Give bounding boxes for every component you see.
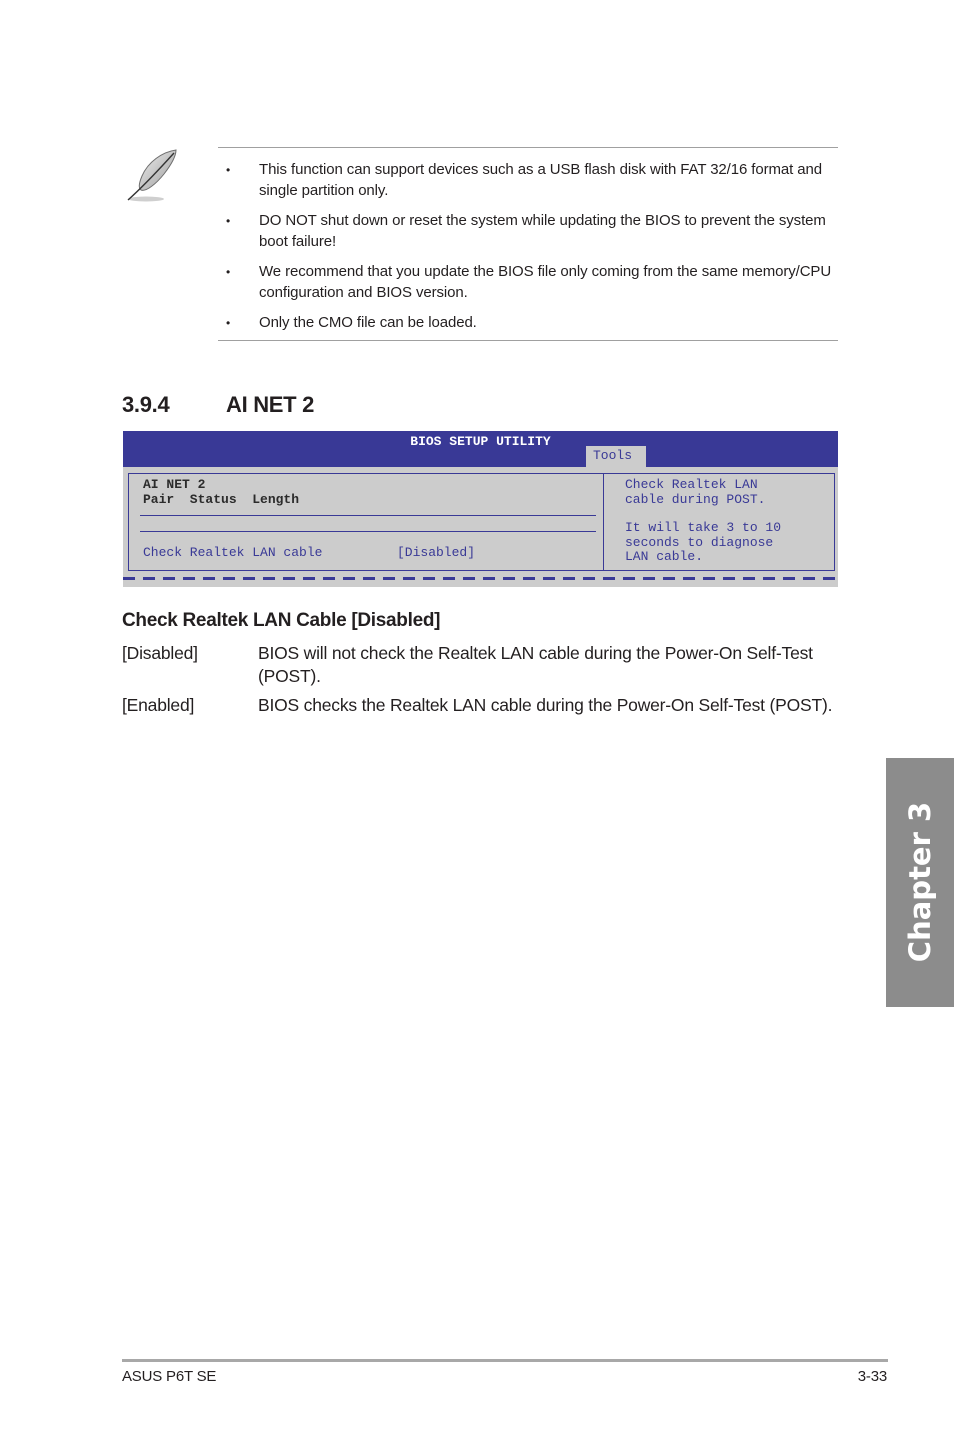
- check-lan-cable-value[interactable]: [Disabled]: [397, 545, 475, 560]
- note-item: • This function can support devices such …: [226, 161, 822, 199]
- section-number: 3.9.4: [122, 392, 170, 417]
- check-lan-cable-item[interactable]: Check Realtek LAN cable: [143, 545, 322, 560]
- option-desc: BIOS will not check the Realtek LAN cabl…: [258, 643, 813, 686]
- note-item: • Only the CMO file can be loaded.: [218, 313, 838, 334]
- divider: [140, 515, 596, 516]
- footer-page-number: 3-33: [857, 1368, 887, 1385]
- help-text: Check Realtek LAN: [625, 477, 758, 492]
- help-text: cable during POST.: [625, 492, 766, 507]
- section-title: AI NET 2: [226, 392, 315, 417]
- bios-dashed-border: [123, 577, 838, 580]
- note-box: • This function can support devices such …: [218, 147, 838, 341]
- note-item: • We recommend that you update the BIOS f…: [226, 263, 832, 301]
- bullet: •: [226, 265, 231, 279]
- bios-help-panel: Check Realtek LAN cable during POST. It …: [603, 473, 835, 571]
- option-heading: Check Realtek LAN Cable [Disabled]: [122, 610, 441, 631]
- section-heading: 3.9.4 AI NET 2: [122, 392, 314, 418]
- chapter-tab: Chapter 3: [886, 758, 954, 1007]
- help-text: It will take 3 to 10: [625, 520, 782, 535]
- bullet: •: [226, 316, 231, 330]
- bios-title: BIOS SETUP UTILITY: [410, 434, 551, 449]
- bullet: •: [226, 163, 231, 177]
- bios-screenshot: BIOS SETUP UTILITY Tools AI NET 2 Pair S…: [123, 431, 838, 587]
- option-desc: BIOS checks the Realtek LAN cable during…: [258, 695, 833, 715]
- chapter-label: Chapter 3: [903, 801, 937, 963]
- divider: [140, 531, 596, 532]
- panel-heading: AI NET 2: [143, 477, 206, 492]
- tab-tools[interactable]: Tools: [586, 446, 646, 467]
- column-headers: Pair Status Length: [143, 492, 300, 507]
- option-key: [Enabled]: [122, 695, 195, 715]
- help-text: LAN cable.: [625, 549, 704, 564]
- bios-main-panel: AI NET 2 Pair Status Length Check Realte…: [128, 473, 603, 571]
- bullet: •: [226, 214, 231, 228]
- feather-pen-icon: [122, 146, 180, 204]
- help-text: seconds to diagnose: [625, 535, 774, 550]
- footer-divider: [122, 1359, 888, 1362]
- bios-header: BIOS SETUP UTILITY Tools: [123, 431, 838, 467]
- note-list: • This function can support devices such …: [218, 160, 838, 344]
- footer-product: ASUS P6T SE: [122, 1368, 217, 1385]
- note-item: • DO NOT shut down or reset the system wh…: [226, 212, 826, 250]
- option-key: [Disabled]: [122, 643, 198, 663]
